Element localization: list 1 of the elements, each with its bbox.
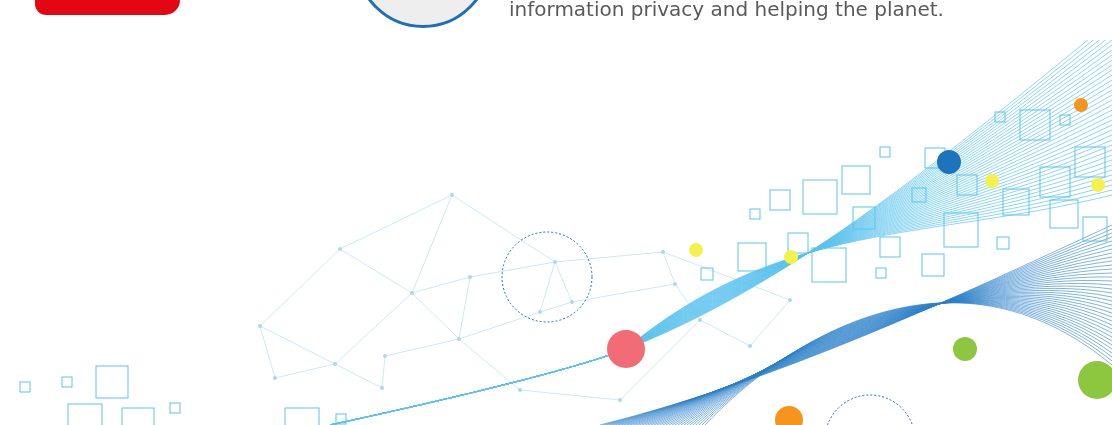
intro-text: information privacy and helping the planet. — [509, 0, 944, 21]
